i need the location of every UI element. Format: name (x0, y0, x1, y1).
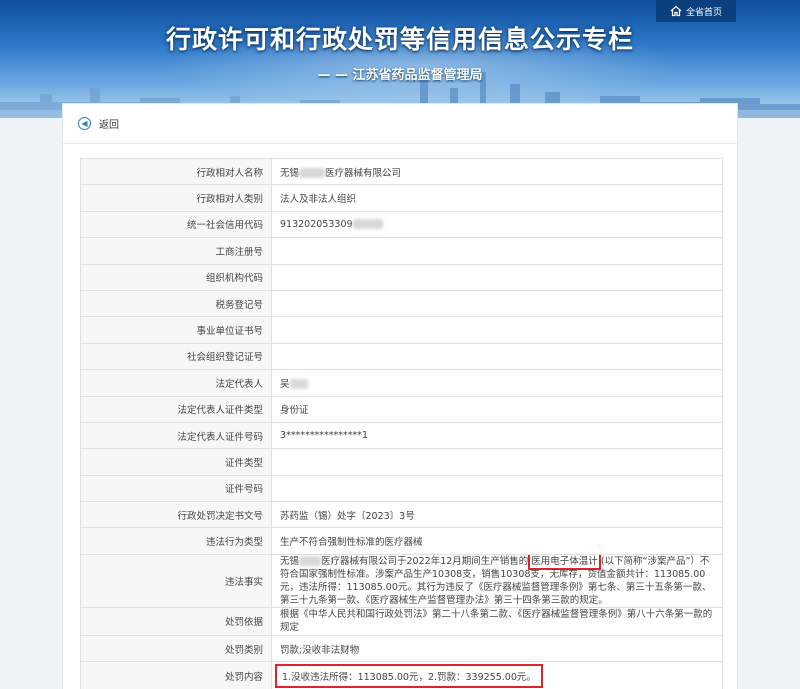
table-row: 组织机构代码 (80, 263, 723, 291)
info-table: 行政相对人名称 无锡 医疗器械有限公司 行政相对人类别 法人及非法人组织 统一社会… (80, 157, 723, 689)
back-button[interactable]: ◀ 返回 (63, 104, 737, 144)
row-key: 处罚依据 (80, 606, 272, 636)
row-value: 913202053309 (271, 210, 723, 239)
row-value (271, 316, 723, 344)
table-row: 行政处罚决定书文号 苏药监（锡）处字〔2023〕3号 (80, 501, 723, 529)
redaction-mark (289, 379, 308, 390)
table-row: 违法事实 无锡 医疗器械有限公司于2022年12月期间生产销售的 医用电子体温计 (以… (80, 553, 723, 608)
row-value: 3****************1 (271, 421, 723, 450)
row-key: 法定代表人证件类型 (80, 395, 272, 423)
table-row: 处罚内容 1.没收违法所得：113085.00元，2.罚款：339255.00元… (80, 661, 723, 689)
row-value: 苏药监（锡）处字〔2023〕3号 (271, 501, 723, 529)
row-key: 税务登记号 (80, 289, 272, 318)
redaction-mark (299, 168, 326, 179)
row-value: 无锡 医疗器械有限公司 (271, 157, 723, 186)
table-row: 法定代表人证件号码 3****************1 (80, 421, 723, 450)
page-title: 行政许可和行政处罚等信用信息公示专栏 (165, 25, 634, 54)
value-text: 913202053309 (280, 218, 353, 230)
table-row: 处罚依据 根据《中华人民共和国行政处罚法》第二十八条第二款、《医疗器械监督管理条… (80, 606, 723, 636)
row-key: 处罚类别 (80, 634, 272, 663)
value-text: 医疗器械有限公司于2022年12月期间生产销售的 (321, 555, 529, 567)
table-row: 工商注册号 (80, 237, 723, 265)
home-icon (670, 5, 682, 17)
row-value (271, 237, 723, 265)
back-label: 返回 (99, 120, 119, 131)
table-row: 证件类型 (80, 448, 723, 476)
table-row: 事业单位证书号 (80, 316, 723, 344)
row-value: 罚款;没收非法财物 (271, 634, 723, 663)
row-key: 证件号码 (80, 474, 272, 503)
highlighted-product: 医用电子体温计 (528, 555, 601, 570)
value-text: 医疗器械有限公司 (325, 167, 402, 179)
row-key: 违法事实 (80, 553, 272, 608)
row-value: 1.没收违法所得：113085.00元，2.罚款：339255.00元。 (271, 661, 723, 689)
row-key: 事业单位证书号 (80, 316, 272, 344)
row-value (271, 263, 723, 291)
row-value (271, 289, 723, 318)
row-value: 无锡 医疗器械有限公司于2022年12月期间生产销售的 医用电子体温计 (以下简称“涉… (271, 553, 723, 608)
table-row: 法定代表人证件类型 身份证 (80, 395, 723, 423)
home-link-label: 全省首页 (685, 7, 722, 18)
home-link[interactable]: 全省首页 (656, 0, 736, 22)
header-banner: 全省首页 行政许可和行政处罚等信用信息公示专栏 — — 江苏省药品监督管理局 (0, 0, 800, 118)
page-subtitle: — — 江苏省药品监督管理局 (317, 68, 483, 83)
table-row: 处罚类别 罚款;没收非法财物 (80, 634, 723, 663)
redaction-mark (299, 556, 322, 567)
row-key: 法定代表人证件号码 (80, 421, 272, 450)
detail-panel: ◀ 返回 行政相对人名称 无锡 医疗器械有限公司 行政相对人类别 法人及非法人组织… (62, 103, 738, 689)
penalty-content-highlight: 1.没收违法所得：113085.00元，2.罚款：339255.00元。 (275, 663, 543, 688)
row-key: 法定代表人 (80, 369, 272, 397)
table-row: 违法行为类型 生产不符合强制性标准的医疗器械 (80, 527, 723, 555)
violation-facts-text: 无锡 医疗器械有限公司于2022年12月期间生产销售的 医用电子体温计 (以下简称“涉… (280, 555, 714, 606)
table-row: 行政相对人类别 法人及非法人组织 (80, 184, 723, 212)
row-key: 处罚内容 (80, 661, 272, 689)
value-text: 根据《中华人民共和国行政处罚法》第二十八条第二款、《医疗器械监督管理条例》第八十… (280, 609, 713, 634)
row-key: 行政相对人名称 (80, 157, 272, 186)
table-row: 证件号码 (80, 474, 723, 503)
table-row: 法定代表人 吴 (80, 369, 723, 397)
row-key: 组织机构代码 (80, 263, 272, 291)
row-key: 证件类型 (80, 448, 272, 476)
row-value (271, 474, 723, 503)
table-row: 统一社会信用代码 913202053309 (80, 210, 723, 239)
table-row: 行政相对人名称 无锡 医疗器械有限公司 (80, 157, 723, 186)
row-value: 吴 (271, 369, 723, 397)
table-row: 社会组织登记证号 (80, 342, 723, 371)
redaction-mark (352, 219, 383, 230)
row-key: 行政处罚决定书文号 (80, 501, 272, 529)
value-text: 无锡 (280, 555, 300, 567)
row-key: 违法行为类型 (80, 527, 272, 555)
row-key: 统一社会信用代码 (80, 210, 272, 239)
row-value (271, 342, 723, 371)
value-text: 吴 (280, 378, 290, 390)
value-text: 无锡 (280, 167, 300, 179)
row-key: 工商注册号 (80, 237, 272, 265)
row-value: 根据《中华人民共和国行政处罚法》第二十八条第二款、《医疗器械监督管理条例》第八十… (271, 606, 723, 636)
row-value: 生产不符合强制性标准的医疗器械 (271, 527, 723, 555)
row-value (271, 448, 723, 476)
row-key: 行政相对人类别 (80, 184, 272, 212)
row-key: 社会组织登记证号 (80, 342, 272, 371)
table-row: 税务登记号 (80, 289, 723, 318)
row-value: 法人及非法人组织 (271, 184, 723, 212)
back-arrow-icon: ◀ (78, 117, 91, 130)
row-value: 身份证 (271, 395, 723, 423)
